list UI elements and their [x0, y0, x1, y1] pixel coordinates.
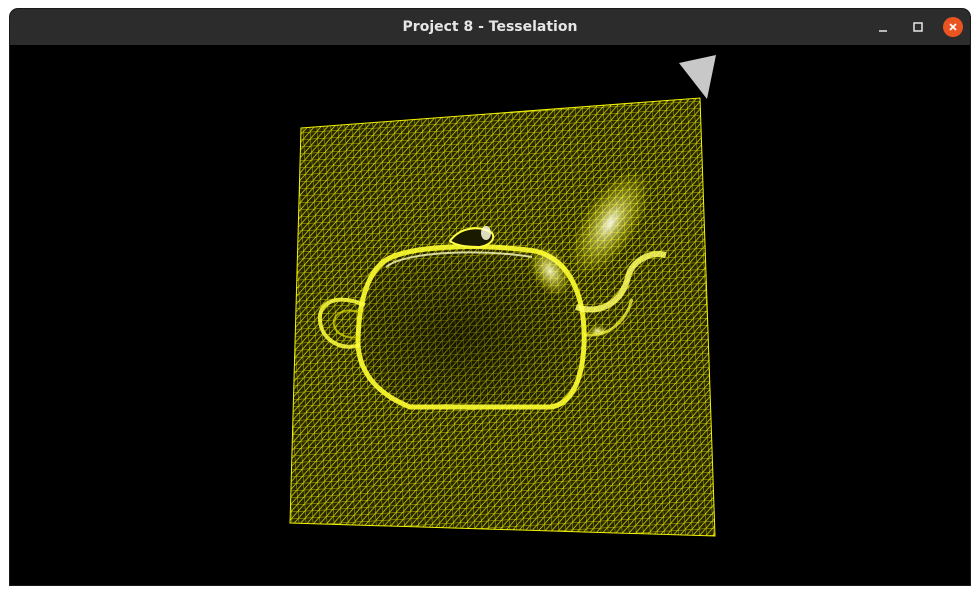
maximize-button[interactable] [907, 16, 929, 38]
maximize-icon [913, 22, 923, 32]
app-window: Project 8 - Tesselation [10, 9, 970, 585]
render-viewport[interactable] [10, 45, 970, 585]
title-bar[interactable]: Project 8 - Tesselation [10, 9, 970, 46]
light-indicator[interactable] [679, 55, 716, 99]
minimize-icon [879, 30, 887, 32]
minimize-button[interactable] [872, 16, 894, 38]
close-icon [949, 23, 957, 31]
window-title: Project 8 - Tesselation [402, 19, 578, 35]
close-button[interactable] [942, 16, 964, 38]
render-canvas [280, 55, 730, 545]
tessellated-plane-wireframe[interactable] [280, 85, 730, 545]
